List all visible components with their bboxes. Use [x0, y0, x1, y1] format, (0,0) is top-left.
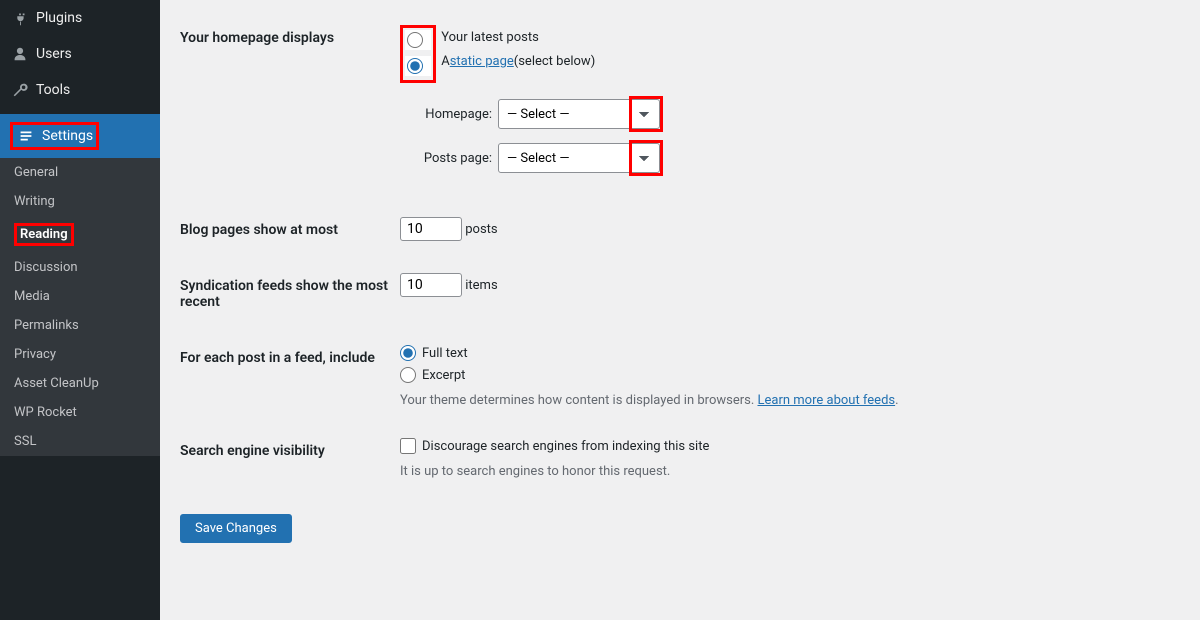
sidebar-sub-permalinks[interactable]: Permalinks: [0, 311, 160, 340]
sidebar-label: Settings: [42, 128, 93, 144]
admin-sidebar: Plugins Users Tools Settings General Wri…: [0, 0, 160, 620]
visibility-description: It is up to search engines to honor this…: [400, 464, 1180, 479]
label-postspage-select: Posts page:: [400, 151, 492, 166]
sidebar-sub-media[interactable]: Media: [0, 282, 160, 311]
feed-description: Your theme determines how content is dis…: [400, 393, 1180, 408]
sidebar-item-settings[interactable]: Settings: [0, 114, 160, 158]
row-label-homepage: Your homepage displays: [180, 10, 400, 202]
sidebar-item-users[interactable]: Users: [0, 36, 160, 72]
label-static-page-prefix: A: [441, 54, 449, 69]
radio-excerpt[interactable]: [400, 367, 416, 383]
sidebar-sub-writing[interactable]: Writing: [0, 187, 160, 216]
plug-icon: [10, 8, 30, 28]
row-label-feed-content: For each post in a feed, include: [180, 330, 400, 423]
radio-static-page[interactable]: [407, 58, 423, 74]
sidebar-sub-ssl[interactable]: SSL: [0, 427, 160, 456]
label-excerpt: Excerpt: [422, 368, 465, 383]
user-icon: [10, 44, 30, 64]
sidebar-sub-asset-cleanup[interactable]: Asset CleanUp: [0, 369, 160, 398]
row-label-visibility: Search engine visibility: [180, 423, 400, 494]
sidebar-label: Plugins: [36, 10, 82, 26]
checkbox-discourage-indexing[interactable]: [400, 438, 416, 454]
unit-items: items: [465, 278, 497, 293]
sidebar-sub-wp-rocket[interactable]: WP Rocket: [0, 398, 160, 427]
label-homepage-select: Homepage:: [400, 107, 492, 122]
sidebar-item-plugins[interactable]: Plugins: [0, 0, 160, 36]
label-latest-posts: Your latest posts: [441, 30, 539, 45]
sidebar-sub-reading[interactable]: Reading: [0, 216, 160, 253]
input-syndication-items[interactable]: [400, 273, 462, 297]
link-static-page[interactable]: static page: [450, 54, 514, 69]
row-label-syndication: Syndication feeds show the most recent: [180, 258, 400, 330]
wrench-icon: [10, 80, 30, 100]
settings-icon: [16, 126, 36, 146]
sidebar-label: Tools: [36, 82, 70, 98]
sidebar-label: Users: [36, 46, 72, 62]
radio-latest-posts[interactable]: [407, 32, 423, 48]
unit-posts: posts: [465, 222, 497, 237]
settings-form-table: Your homepage displays Your latest posts…: [180, 10, 1180, 494]
select-posts-page[interactable]: — Select —: [498, 143, 660, 173]
sidebar-item-tools[interactable]: Tools: [0, 72, 160, 108]
label-full-text: Full text: [422, 346, 468, 361]
row-label-blog-pages: Blog pages show at most: [180, 202, 400, 258]
save-changes-button[interactable]: Save Changes: [180, 514, 292, 543]
sidebar-sub-discussion[interactable]: Discussion: [0, 253, 160, 282]
sidebar-sub-privacy[interactable]: Privacy: [0, 340, 160, 369]
label-discourage-indexing: Discourage search engines from indexing …: [422, 439, 709, 454]
link-learn-more-feeds[interactable]: Learn more about feeds: [758, 393, 896, 408]
input-posts-per-page[interactable]: [400, 217, 462, 241]
content-area: Your homepage displays Your latest posts…: [160, 0, 1200, 620]
radio-full-text[interactable]: [400, 345, 416, 361]
sidebar-sub-general[interactable]: General: [0, 158, 160, 187]
label-static-page-suffix: (select below): [514, 54, 595, 69]
select-homepage[interactable]: — Select —: [498, 99, 660, 129]
